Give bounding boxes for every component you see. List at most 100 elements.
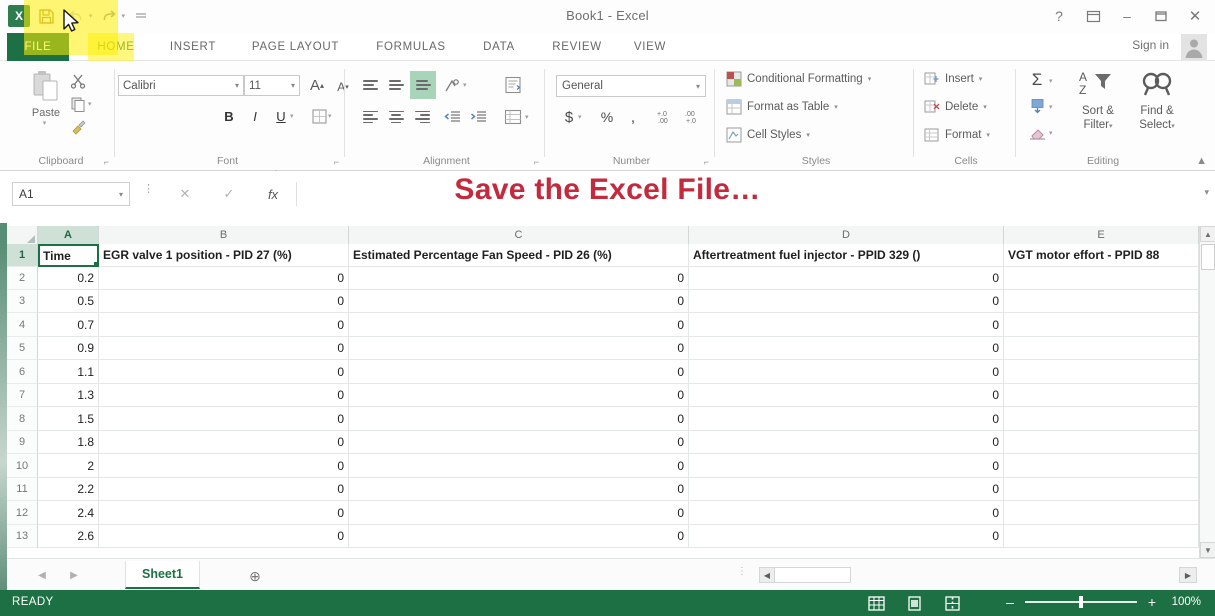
cell-c8[interactable]: 0 (349, 407, 689, 431)
cell-c2[interactable]: 0 (349, 267, 689, 290)
format-as-table-caret[interactable]: ▾ (834, 103, 838, 111)
row-header-11[interactable]: 11 (7, 478, 38, 501)
cell-a3[interactable]: 0.5 (38, 290, 99, 313)
column-header-e[interactable]: E (1004, 226, 1199, 244)
cell-e2[interactable] (1004, 267, 1199, 290)
scroll-left-icon[interactable]: ◀ (760, 568, 775, 582)
number-format-select[interactable]: General ▾ (556, 75, 706, 97)
increase-indent-icon[interactable] (466, 105, 490, 129)
bold-button[interactable]: B (218, 105, 240, 127)
next-sheet-icon[interactable]: ▶ (65, 567, 83, 583)
cell-a1[interactable]: Time (38, 244, 99, 267)
cell-a10[interactable]: 2 (38, 454, 99, 478)
underline-dropdown-caret[interactable]: ▾ (290, 112, 294, 120)
cell-a7[interactable]: 1.3 (38, 384, 99, 407)
cell-c13[interactable]: 0 (349, 525, 689, 548)
add-sheet-icon[interactable]: ⊕ (245, 566, 265, 586)
ribbon-display-options-icon[interactable] (1077, 4, 1109, 28)
conditional-formatting-caret[interactable]: ▾ (868, 75, 872, 83)
delete-cells-button[interactable]: Delete ▾ (924, 99, 987, 115)
vertical-scroll-thumb[interactable] (1201, 244, 1215, 270)
collapse-ribbon-button[interactable]: ▲ (1196, 155, 1207, 167)
number-dialog-launcher[interactable]: ⌐ (704, 157, 709, 167)
decrease-indent-icon[interactable] (440, 105, 464, 129)
cell-c5[interactable]: 0 (349, 337, 689, 360)
cell-c3[interactable]: 0 (349, 290, 689, 313)
cell-b13[interactable]: 0 (99, 525, 349, 548)
clear-caret[interactable]: ▾ (1049, 129, 1053, 137)
row-header-8[interactable]: 8 (7, 407, 38, 431)
normal-view-icon[interactable] (866, 593, 886, 613)
cell-b4[interactable]: 0 (99, 313, 349, 337)
row-header-10[interactable]: 10 (7, 454, 38, 478)
font-size-caret[interactable]: ▾ (291, 81, 295, 90)
cell-e10[interactable] (1004, 454, 1199, 478)
italic-button[interactable]: I (244, 105, 266, 127)
avatar[interactable] (1181, 34, 1207, 60)
scroll-right-icon[interactable]: ▶ (1179, 567, 1197, 583)
row-header-12[interactable]: 12 (7, 501, 38, 525)
tab-view[interactable]: VIEW (624, 33, 676, 61)
grow-font-icon[interactable]: A ▴ (306, 75, 328, 96)
fill-caret[interactable]: ▾ (1049, 103, 1053, 111)
copy-dropdown-caret[interactable]: ▾ (88, 100, 92, 108)
cell-e1[interactable]: VGT motor effort - PPID 88 (1004, 244, 1199, 267)
row-header-1[interactable]: 1 (7, 244, 38, 267)
cell-d11[interactable]: 0 (689, 478, 1004, 501)
help-icon[interactable]: ? (1043, 4, 1075, 28)
cell-d12[interactable]: 0 (689, 501, 1004, 525)
vertical-scrollbar[interactable]: ▲ ▼ (1199, 226, 1215, 558)
column-header-b[interactable]: B (99, 226, 349, 244)
cell-a4[interactable]: 0.7 (38, 313, 99, 337)
sheet-tab-sheet1[interactable]: Sheet1 (125, 561, 200, 589)
row-header-2[interactable]: 2 (7, 267, 38, 290)
cell-e12[interactable] (1004, 501, 1199, 525)
cell-b6[interactable]: 0 (99, 360, 349, 384)
cell-d7[interactable]: 0 (689, 384, 1004, 407)
currency-caret[interactable]: ▾ (578, 113, 582, 121)
cut-icon[interactable] (67, 71, 89, 91)
confirm-entry-icon[interactable]: ✓ (216, 182, 242, 206)
sort-filter-caret[interactable]: ▾ (1109, 123, 1113, 130)
cell-c11[interactable]: 0 (349, 478, 689, 501)
bottom-align-icon[interactable] (410, 71, 436, 99)
decrease-decimal-icon[interactable]: .00 +.0 (682, 105, 708, 129)
borders-icon[interactable] (308, 105, 330, 127)
cell-a11[interactable]: 2.2 (38, 478, 99, 501)
cell-a13[interactable]: 2.6 (38, 525, 99, 548)
font-size-input[interactable]: 11 ▾ (244, 75, 300, 96)
tab-home[interactable]: HOME (86, 33, 146, 61)
previous-sheet-icon[interactable]: ◀ (33, 567, 51, 583)
orientation-caret[interactable]: ▾ (463, 81, 467, 89)
wrap-text-icon[interactable] (500, 73, 526, 97)
cell-c7[interactable]: 0 (349, 384, 689, 407)
clipboard-dialog-launcher[interactable]: ⌐ (104, 157, 109, 167)
row-header-4[interactable]: 4 (7, 313, 38, 337)
font-name-caret[interactable]: ▾ (235, 81, 239, 90)
orientation-icon[interactable] (440, 73, 464, 97)
align-left-icon[interactable] (358, 105, 382, 129)
cell-styles-caret[interactable]: ▾ (806, 131, 810, 139)
insert-cells-caret[interactable]: ▾ (979, 75, 983, 83)
cell-d10[interactable]: 0 (689, 454, 1004, 478)
cell-d9[interactable]: 0 (689, 431, 1004, 454)
name-box-caret[interactable]: ▾ (119, 190, 123, 199)
cell-e3[interactable] (1004, 290, 1199, 313)
underline-button[interactable]: U (270, 105, 292, 127)
cell-b7[interactable]: 0 (99, 384, 349, 407)
cell-b8[interactable]: 0 (99, 407, 349, 431)
horizontal-scrollbar[interactable]: ◀ (759, 567, 851, 583)
paste-button[interactable]: Paste ▾ (21, 69, 71, 143)
copy-icon[interactable] (67, 94, 89, 114)
tab-data[interactable]: DATA (468, 33, 530, 61)
cell-d1[interactable]: Aftertreatment fuel injector - PPID 329 … (689, 244, 1004, 267)
font-name-input[interactable]: Calibri ▾ (118, 75, 244, 96)
conditional-formatting-button[interactable]: Conditional Formatting ▾ (726, 71, 871, 87)
maximize-button[interactable] (1145, 4, 1177, 28)
paste-dropdown-caret[interactable]: ▾ (43, 119, 47, 127)
number-format-caret[interactable]: ▾ (696, 82, 700, 91)
cell-b12[interactable]: 0 (99, 501, 349, 525)
format-cells-caret[interactable]: ▾ (986, 131, 990, 139)
cell-c12[interactable]: 0 (349, 501, 689, 525)
autosum-icon[interactable]: Σ (1024, 69, 1050, 91)
